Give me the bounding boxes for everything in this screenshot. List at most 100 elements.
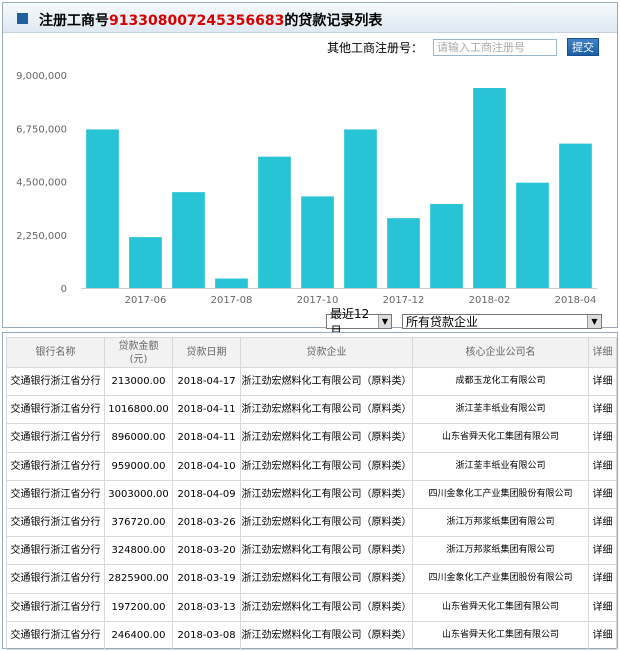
- company-select-value: 所有贷款企业: [406, 315, 479, 329]
- table-row: 交通银行浙江省分行 3003000.00 2018-04-09 浙江劲宏燃料化工有限公…: [6, 479, 617, 509]
- detail-link[interactable]: 详细: [588, 451, 617, 481]
- core-company-cell: 浙江荃丰纸业有限公司: [412, 395, 589, 425]
- range-select[interactable]: 最近12月 ▼: [326, 307, 392, 338]
- bar-2017-12: [387, 218, 420, 288]
- loan-date-cell: 2018-04-10: [172, 451, 241, 481]
- loan-date-cell: 2018-04-09: [172, 479, 241, 509]
- bar-2017-06: [129, 237, 162, 288]
- y-tick-label: 2,250,000: [16, 231, 67, 242]
- bar-2017-08: [215, 278, 248, 288]
- column-header: 详细: [588, 337, 617, 368]
- core-company-cell: 四川金象化工产业集团股份有限公司: [412, 479, 589, 509]
- detail-link[interactable]: 详细: [588, 395, 617, 425]
- loan-amount-cell: 246400.00: [104, 620, 173, 650]
- table-row: 交通银行浙江省分行 376720.00 2018-03-26 浙江劲宏燃料化工有限公司…: [6, 507, 617, 538]
- table-row: 交通银行浙江省分行 2825900.00 2018-03-19 浙江劲宏燃料化工有限公…: [6, 564, 617, 594]
- registration-number: 913308007245356683: [109, 13, 285, 29]
- borrower-cell: 浙江劲宏燃料化工有限公司（原料类）: [240, 366, 413, 397]
- x-tick-label: 2018-04: [555, 295, 597, 306]
- company-select[interactable]: 所有贷款企业 ▼: [402, 314, 602, 329]
- x-tick-label: 2017-08: [211, 295, 253, 306]
- bank-name-cell: 交通银行浙江省分行: [6, 423, 105, 453]
- bank-name-cell: 交通银行浙江省分行: [6, 592, 105, 622]
- core-company-cell: 浙江万邦浆纸集团有限公司: [412, 536, 589, 566]
- y-tick-label: 6,750,000: [16, 124, 67, 135]
- bar-2017-07: [172, 192, 205, 288]
- chart-panel: 注册工商号913308007245356683的贷款记录列表 其他工商注册号： …: [2, 2, 618, 338]
- bar-2017-10: [301, 196, 334, 288]
- search-label: 其他工商注册号：: [326, 40, 423, 55]
- detail-link[interactable]: 详细: [588, 507, 617, 538]
- borrower-cell: 浙江劲宏燃料化工有限公司（原料类）: [240, 592, 413, 622]
- detail-link[interactable]: 详细: [588, 564, 617, 594]
- table-row: 交通银行浙江省分行 246400.00 2018-03-08 浙江劲宏燃料化工有限公司…: [6, 620, 617, 650]
- table-row: 交通银行浙江省分行 959000.00 2018-04-10 浙江劲宏燃料化工有限公司…: [6, 451, 617, 481]
- title-bar: 注册工商号913308007245356683的贷款记录列表: [3, 3, 617, 33]
- bank-name-cell: 交通银行浙江省分行: [6, 366, 105, 397]
- search-input[interactable]: [433, 38, 557, 56]
- core-company-cell: 浙江万邦浆纸集团有限公司: [412, 507, 589, 538]
- detail-link[interactable]: 详细: [588, 479, 617, 509]
- loan-date-cell: 2018-03-19: [172, 564, 241, 594]
- borrower-cell: 浙江劲宏燃料化工有限公司（原料类）: [240, 564, 413, 594]
- table-row: 交通银行浙江省分行 324800.00 2018-03-20 浙江劲宏燃料化工有限公司…: [6, 536, 617, 566]
- core-company-cell: 山东省舜天化工集团有限公司: [412, 592, 589, 622]
- loan-amount-cell: 213000.00: [104, 366, 173, 397]
- borrower-cell: 浙江劲宏燃料化工有限公司（原料类）: [240, 423, 413, 453]
- bar-2018-02: [473, 88, 506, 288]
- loan-date-cell: 2018-03-26: [172, 507, 241, 538]
- loan-amount-cell: 197200.00: [104, 592, 173, 622]
- loan-date-cell: 2018-03-20: [172, 536, 241, 566]
- title-prefix: 注册工商号: [39, 13, 109, 29]
- bank-name-cell: 交通银行浙江省分行: [6, 620, 105, 650]
- bar-2017-09: [258, 156, 291, 288]
- bank-name-cell: 交通银行浙江省分行: [6, 536, 105, 566]
- detail-link[interactable]: 详细: [588, 423, 617, 453]
- bank-name-cell: 交通银行浙江省分行: [6, 395, 105, 425]
- loan-date-cell: 2018-04-17: [172, 366, 241, 397]
- y-tick-label: 9,000,000: [16, 71, 67, 82]
- column-header: 核心企业公司名: [412, 337, 589, 368]
- x-tick-label: 2017-06: [125, 295, 167, 306]
- search-row: 其他工商注册号： 提交: [327, 37, 599, 57]
- detail-link[interactable]: 详细: [588, 536, 617, 566]
- table-header-row: 银行名称 贷款金额 (元) 贷款日期 贷款企业 核心企业公司名 详细: [6, 337, 617, 368]
- borrower-cell: 浙江劲宏燃料化工有限公司（原料类）: [240, 395, 413, 425]
- core-company-cell: 浙江荃丰纸业有限公司: [412, 451, 589, 481]
- loan-date-cell: 2018-03-08: [172, 620, 241, 650]
- borrower-cell: 浙江劲宏燃料化工有限公司（原料类）: [240, 620, 413, 650]
- loan-amount-cell: 2825900.00: [104, 564, 173, 594]
- loan-amount-cell: 896000.00: [104, 423, 173, 453]
- dropdown-arrow-icon: ▼: [377, 315, 391, 328]
- loan-date-cell: 2018-04-11: [172, 423, 241, 453]
- x-tick-label: 2018-02: [469, 295, 511, 306]
- bar-2017-11: [344, 129, 377, 288]
- title-bullet-icon: [17, 13, 28, 24]
- detail-link[interactable]: 详细: [588, 620, 617, 650]
- bank-name-cell: 交通银行浙江省分行: [6, 479, 105, 509]
- loan-date-cell: 2018-03-13: [172, 592, 241, 622]
- core-company-cell: 山东省舜天化工集团有限公司: [412, 423, 589, 453]
- core-company-cell: 四川金象化工产业集团股份有限公司: [412, 564, 589, 594]
- table-row: 交通银行浙江省分行 1016800.00 2018-04-11 浙江劲宏燃料化工有限公…: [6, 395, 617, 425]
- x-tick-label: 2017-12: [383, 295, 425, 306]
- core-company-cell: 山东省舜天化工集团有限公司: [412, 620, 589, 650]
- detail-link[interactable]: 详细: [588, 366, 617, 397]
- bar-2018-04: [559, 143, 592, 288]
- y-tick-label: 0: [61, 284, 67, 295]
- core-company-cell: 成都玉龙化工有限公司: [412, 366, 589, 397]
- table-row: 交通银行浙江省分行 213000.00 2018-04-17 浙江劲宏燃料化工有限公司…: [6, 366, 617, 397]
- submit-button[interactable]: 提交: [567, 38, 599, 56]
- bar-2017-05: [86, 129, 119, 288]
- y-tick-label: 4,500,000: [16, 178, 67, 189]
- loan-date-cell: 2018-04-11: [172, 395, 241, 425]
- column-header: 贷款金额 (元): [104, 337, 173, 368]
- bank-name-cell: 交通银行浙江省分行: [6, 564, 105, 594]
- title-suffix: 的贷款记录列表: [284, 13, 383, 29]
- dropdown-arrow-icon: ▼: [587, 315, 601, 328]
- bar-2018-03: [516, 182, 549, 288]
- loan-amount-cell: 1016800.00: [104, 395, 173, 425]
- detail-link[interactable]: 详细: [588, 592, 617, 622]
- table-row: 交通银行浙江省分行 896000.00 2018-04-11 浙江劲宏燃料化工有限公司…: [6, 423, 617, 453]
- loan-amount-cell: 3003000.00: [104, 479, 173, 509]
